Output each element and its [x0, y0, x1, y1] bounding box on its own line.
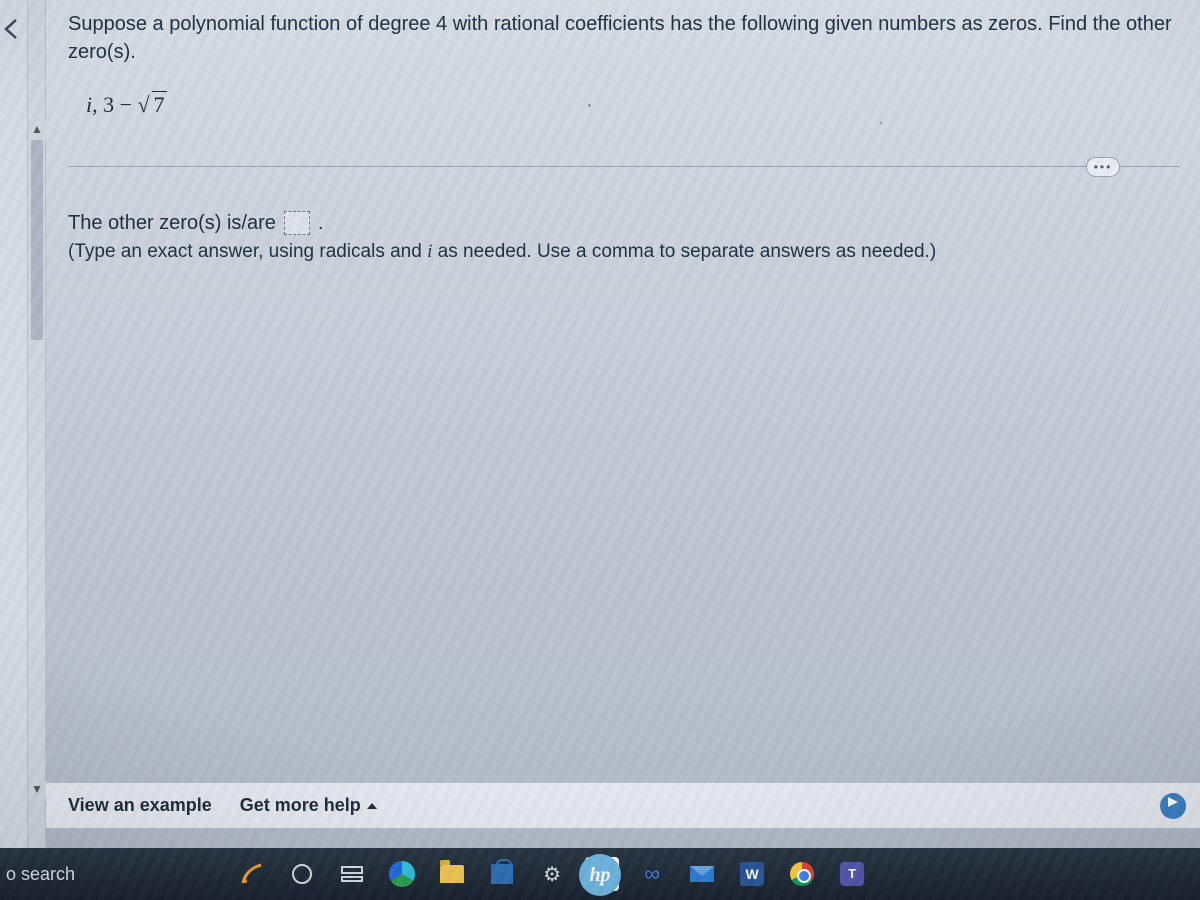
edge-browser-icon[interactable]: [385, 857, 419, 891]
screen-speck: [880, 122, 882, 124]
answer-input[interactable]: [284, 211, 310, 235]
microsoft-store-icon[interactable]: [485, 857, 519, 891]
screen-speck: [588, 104, 591, 107]
cortana-icon[interactable]: [285, 857, 319, 891]
answer-line: The other zero(s) is/are .: [68, 211, 1180, 235]
answer-leadin: The other zero(s) is/are: [68, 212, 276, 235]
question-prompt: Suppose a polynomial function of degree …: [68, 10, 1180, 66]
help-floating-button[interactable]: [1160, 793, 1186, 819]
view-example-link[interactable]: View an example: [68, 795, 212, 816]
scrollbar-thumb[interactable]: [31, 140, 43, 340]
taskbar-icons: ⚙ a ∞ W T: [235, 857, 869, 891]
scroll-down-arrow-icon[interactable]: ▼: [28, 780, 46, 798]
teams-icon[interactable]: T: [835, 857, 869, 891]
content-scrollbar[interactable]: ▲ ▼: [28, 0, 46, 900]
back-arrow-icon[interactable]: [0, 18, 24, 48]
left-navigation-sliver: [0, 0, 28, 900]
given-separator: , 3 −: [92, 92, 137, 117]
word-icon[interactable]: W: [735, 857, 769, 891]
sqrt-icon: 7: [138, 92, 167, 118]
get-more-help-label: Get more help: [240, 795, 361, 816]
answer-hint: (Type an exact answer, using radicals an…: [68, 241, 1180, 263]
question-footer: View an example Get more help: [46, 782, 1200, 828]
task-view-icon[interactable]: [335, 857, 369, 891]
section-divider: •••: [68, 166, 1180, 167]
collapse-pill-button[interactable]: •••: [1086, 157, 1120, 177]
windows-taskbar: o search ⚙ a ∞ W T hp: [0, 848, 1200, 900]
file-explorer-icon[interactable]: [435, 857, 469, 891]
scroll-up-arrow-icon[interactable]: ▲: [28, 120, 46, 138]
answer-block: The other zero(s) is/are . (Type an exac…: [68, 211, 1180, 263]
question-content: Suppose a polynomial function of degree …: [60, 0, 1200, 780]
taskbar-search-text[interactable]: o search: [6, 864, 75, 885]
view-example-label: View an example: [68, 795, 212, 816]
screen: ▲ ▼ Suppose a polynomial function of deg…: [0, 0, 1200, 900]
chrome-icon[interactable]: [785, 857, 819, 891]
get-more-help-link[interactable]: Get more help: [240, 795, 377, 816]
settings-gear-icon[interactable]: ⚙: [535, 857, 569, 891]
hp-logo-icon: hp: [579, 854, 621, 896]
meta-icon[interactable]: ∞: [635, 857, 669, 891]
given-zeros: i, 3 − 7: [86, 92, 1180, 118]
answer-hint-pre: (Type an exact answer, using radicals an…: [68, 241, 427, 262]
taskbar-app-icon[interactable]: [235, 857, 269, 891]
answer-hint-post: as needed. Use a comma to separate answe…: [432, 241, 936, 262]
answer-period: .: [318, 212, 324, 235]
mail-icon[interactable]: [685, 857, 719, 891]
given-radicand: 7: [152, 91, 167, 117]
caret-up-icon: [367, 803, 377, 809]
